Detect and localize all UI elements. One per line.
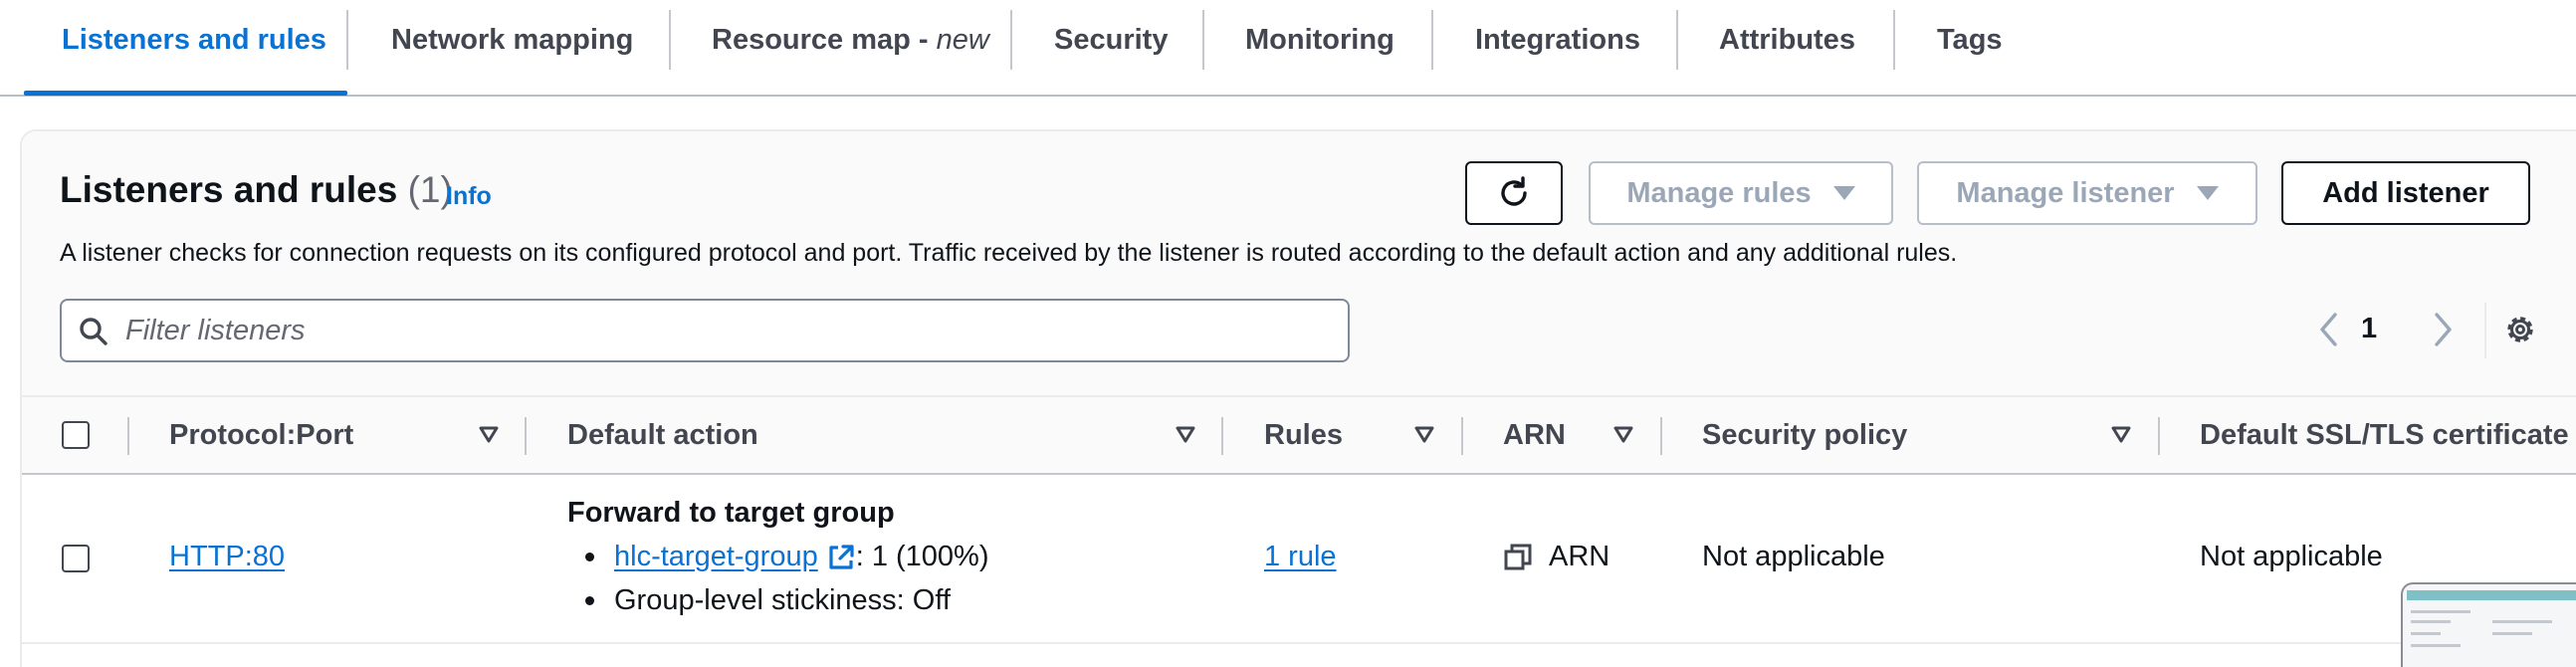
certificate-value: Not applicable xyxy=(2200,541,2383,572)
refresh-button[interactable] xyxy=(1465,161,1563,225)
thumbnail-line xyxy=(2411,620,2451,623)
tab-label: Monitoring xyxy=(1245,23,1395,56)
manage-listener-label: Manage listener xyxy=(1956,176,2175,209)
stickiness-text: Group-level stickiness: Off xyxy=(614,584,951,616)
target-weight: : 1 (100%) xyxy=(855,541,989,572)
panel-header: Listeners and rules (1) Info A listener … xyxy=(22,131,2576,395)
column-protocol-port[interactable]: Protocol:Port xyxy=(169,397,353,473)
listeners-panel: Listeners and rules (1) Info A listener … xyxy=(20,129,2576,667)
column-security-policy[interactable]: Security policy xyxy=(1702,397,1907,473)
external-link-icon[interactable] xyxy=(826,543,856,572)
tab-listeners-and-rules[interactable]: Listeners and rules xyxy=(62,0,326,80)
tab-divider xyxy=(669,10,671,70)
protocol-port-link[interactable]: HTTP:80 xyxy=(169,541,285,573)
tab-label: Network mapping xyxy=(391,23,634,56)
chevron-left-icon[interactable] xyxy=(2317,311,2341,348)
default-action-title: Forward to target group xyxy=(567,497,895,529)
arn-label: ARN xyxy=(1549,541,1610,572)
tab-divider xyxy=(1010,10,1012,70)
info-link[interactable]: Info xyxy=(446,182,492,211)
column-divider xyxy=(127,417,129,455)
column-divider xyxy=(1660,417,1662,455)
manage-listener-button[interactable]: Manage listener xyxy=(1917,161,2257,225)
column-divider xyxy=(525,417,527,455)
tab-divider xyxy=(346,10,348,70)
add-listener-button[interactable]: Add listener xyxy=(2281,161,2530,225)
thumbnail-line xyxy=(2411,610,2470,613)
sort-caret-icon[interactable] xyxy=(1413,425,1435,445)
tab-tags[interactable]: Tags xyxy=(1937,0,2003,80)
stickiness-line: Group-level stickiness: Off xyxy=(585,584,951,617)
tab-label: Attributes xyxy=(1719,23,1855,56)
panel-description: A listener checks for connection request… xyxy=(60,239,1958,267)
security-policy-value: Not applicable xyxy=(1702,541,1885,572)
copy-icon[interactable] xyxy=(1503,543,1533,572)
arn-copy[interactable]: ARN xyxy=(1503,541,1610,573)
filter-listeners[interactable] xyxy=(60,299,1350,362)
select-all-checkbox[interactable] xyxy=(62,421,90,449)
column-default-action[interactable]: Default action xyxy=(567,397,758,473)
sort-caret-icon[interactable] xyxy=(2110,425,2132,445)
tab-resource-map[interactable]: Resource map - new xyxy=(712,0,989,80)
manage-rules-button[interactable]: Manage rules xyxy=(1589,161,1893,225)
thumbnail-line xyxy=(2411,632,2441,635)
caret-down-icon xyxy=(2196,186,2219,200)
table-header: Protocol:Port Default action Rules ARN S… xyxy=(22,395,2576,475)
row-select-checkbox[interactable] xyxy=(62,545,90,572)
current-page[interactable]: 1 xyxy=(2361,313,2377,345)
chevron-right-icon[interactable] xyxy=(2431,311,2455,348)
manage-rules-label: Manage rules xyxy=(1626,176,1812,209)
column-rules[interactable]: Rules xyxy=(1264,397,1343,473)
tab-label: Tags xyxy=(1937,23,2003,56)
search-icon xyxy=(80,318,107,345)
bullet xyxy=(585,596,594,605)
column-divider xyxy=(1461,417,1463,455)
thumbnail-line xyxy=(2492,632,2532,635)
tab-integrations[interactable]: Integrations xyxy=(1475,0,1640,80)
thumbnail-line xyxy=(2411,644,2461,647)
column-arn[interactable]: ARN xyxy=(1503,397,1566,473)
pager-divider xyxy=(2484,303,2486,358)
rules-link[interactable]: 1 rule xyxy=(1264,541,1337,573)
thumbnail-toolbar xyxy=(2407,590,2576,600)
gear-icon[interactable] xyxy=(2501,311,2539,348)
tab-network-mapping[interactable]: Network mapping xyxy=(391,0,633,80)
bullet xyxy=(585,553,594,561)
tab-divider xyxy=(1431,10,1433,70)
target-group-line: hlc-target-group : 1 (100%) xyxy=(585,541,989,573)
tab-divider xyxy=(1676,10,1678,70)
column-default-certificate[interactable]: Default SSL/TLS certificate xyxy=(2200,397,2569,473)
tab-divider xyxy=(1893,10,1895,70)
tab-divider xyxy=(1202,10,1204,70)
active-tab-indicator xyxy=(24,91,347,96)
tab-security[interactable]: Security xyxy=(1054,0,1168,80)
refresh-icon xyxy=(1501,176,1527,206)
add-listener-label: Add listener xyxy=(2322,176,2489,209)
target-group-link[interactable]: hlc-target-group xyxy=(614,541,818,573)
tab-label: Security xyxy=(1054,23,1169,56)
search-input[interactable] xyxy=(125,303,1320,358)
column-divider xyxy=(1221,417,1223,455)
tab-monitoring[interactable]: Monitoring xyxy=(1245,0,1395,80)
screenshot-thumbnail[interactable] xyxy=(2401,582,2576,667)
sort-caret-icon[interactable] xyxy=(1175,425,1196,445)
panel-title-text: Listeners and rules xyxy=(60,169,398,210)
tab-label: Listeners and rules xyxy=(62,23,326,56)
caret-down-icon xyxy=(1832,186,1855,200)
sort-caret-icon[interactable] xyxy=(478,425,500,445)
column-divider xyxy=(2158,417,2160,455)
tab-bar: Listeners and rules Network mapping Reso… xyxy=(0,0,2576,97)
tab-label: Resource map - xyxy=(712,23,929,56)
tab-new-tag: new xyxy=(936,23,989,56)
thumbnail-line xyxy=(2492,620,2552,623)
tab-label: Integrations xyxy=(1475,23,1640,56)
tab-attributes[interactable]: Attributes xyxy=(1719,0,1855,80)
sort-caret-icon[interactable] xyxy=(1612,425,1634,445)
table-row: HTTP:80 Forward to target group hlc-targ… xyxy=(22,475,2576,644)
panel-title: Listeners and rules (1) xyxy=(60,169,453,211)
